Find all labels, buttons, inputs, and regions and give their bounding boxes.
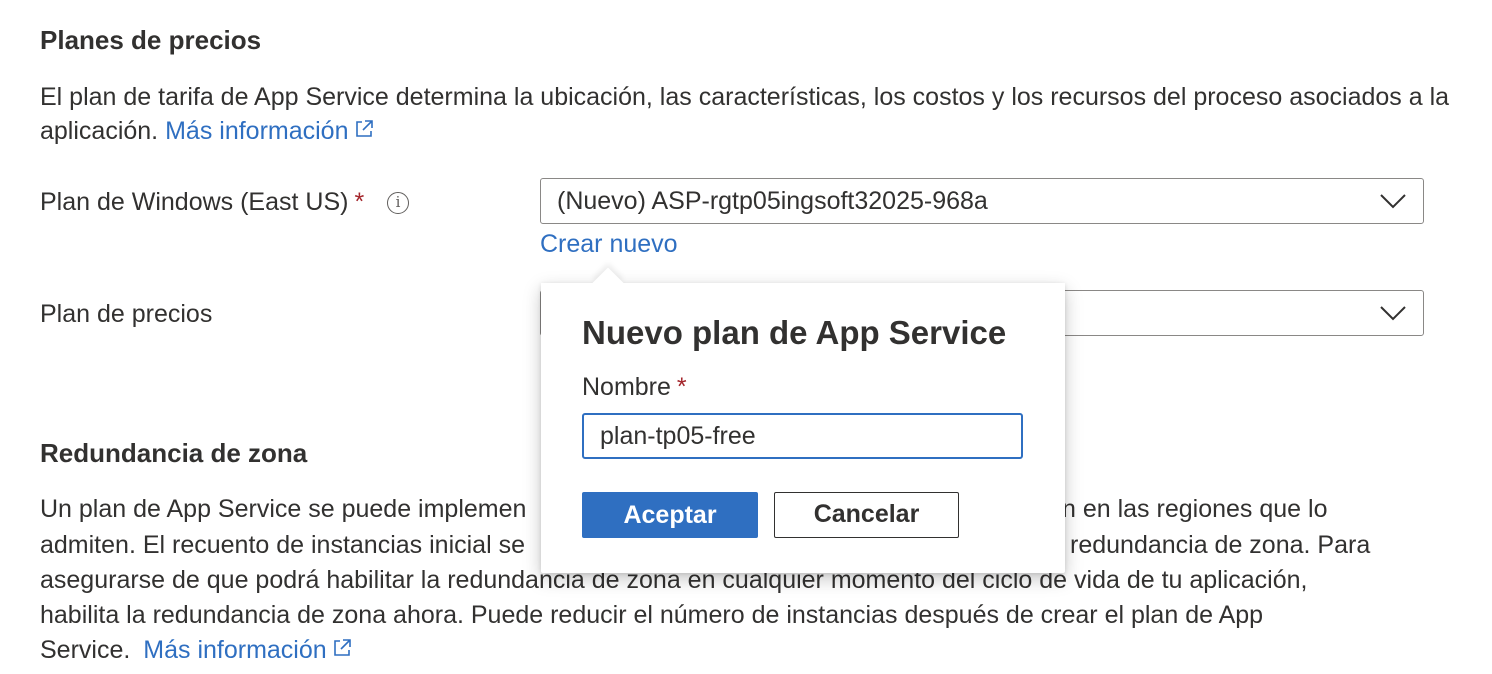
external-link-icon	[333, 639, 351, 656]
zone-learn-more-label: Más información	[143, 636, 327, 664]
pricing-learn-more-label: Más información	[165, 117, 349, 145]
create-new-link[interactable]: Crear nuevo	[540, 230, 678, 259]
callout-beak-cover	[541, 283, 1065, 303]
accept-button[interactable]: Aceptar	[582, 492, 758, 538]
callout-title: Nuevo plan de App Service	[582, 314, 1007, 351]
zone-redundancy-line5-text: Service.	[40, 636, 131, 664]
windows-plan-label-text: Plan de Windows (East US)	[40, 188, 349, 216]
name-input[interactable]	[582, 413, 1023, 459]
windows-plan-label: Plan de Windows (East US) *	[40, 188, 364, 217]
new-plan-callout: Nuevo plan de App Service Nombre* Acepta…	[541, 267, 1065, 573]
pricing-description: El plan de tarifa de App Service determi…	[40, 80, 1450, 148]
chevron-down-icon	[1380, 194, 1406, 209]
zone-redundancy-line5: Service. Más información	[40, 633, 353, 667]
cancel-button[interactable]: Cancelar	[774, 492, 959, 538]
chevron-down-icon	[1380, 306, 1406, 321]
zone-redundancy-line2-a: admiten. El recuento de instancias inici…	[40, 531, 525, 559]
zone-redundancy-line2-b: redundancia de zona. Para	[1070, 531, 1371, 559]
name-field-label: Nombre *	[582, 373, 687, 402]
external-link-icon	[355, 120, 373, 137]
zone-redundancy-line4: habilita la redundancia de zona ahora. P…	[40, 601, 1264, 629]
zone-redundancy-line1-b: n en las regiones que lo	[1062, 495, 1328, 523]
zone-redundancy-title: Redundancia de zona	[40, 438, 308, 468]
zone-learn-more-link[interactable]: Más información	[143, 636, 352, 664]
windows-plan-dropdown[interactable]: (Nuevo) ASP-rgtp05ingsoft32025-968a	[540, 178, 1424, 224]
windows-plan-dropdown-value: (Nuevo) ASP-rgtp05ingsoft32025-968a	[557, 187, 988, 215]
name-field-label-text: Nombre	[582, 373, 671, 401]
pricing-learn-more-link[interactable]: Más información	[165, 117, 374, 145]
pricing-section-title: Planes de precios	[40, 25, 262, 55]
required-asterisk: *	[676, 373, 687, 401]
info-icon[interactable]: i	[387, 192, 409, 214]
zone-redundancy-line1-a: Un plan de App Service se puede implemen	[40, 495, 527, 523]
required-asterisk: *	[354, 188, 365, 216]
pricing-plan-label: Plan de precios	[40, 300, 213, 328]
